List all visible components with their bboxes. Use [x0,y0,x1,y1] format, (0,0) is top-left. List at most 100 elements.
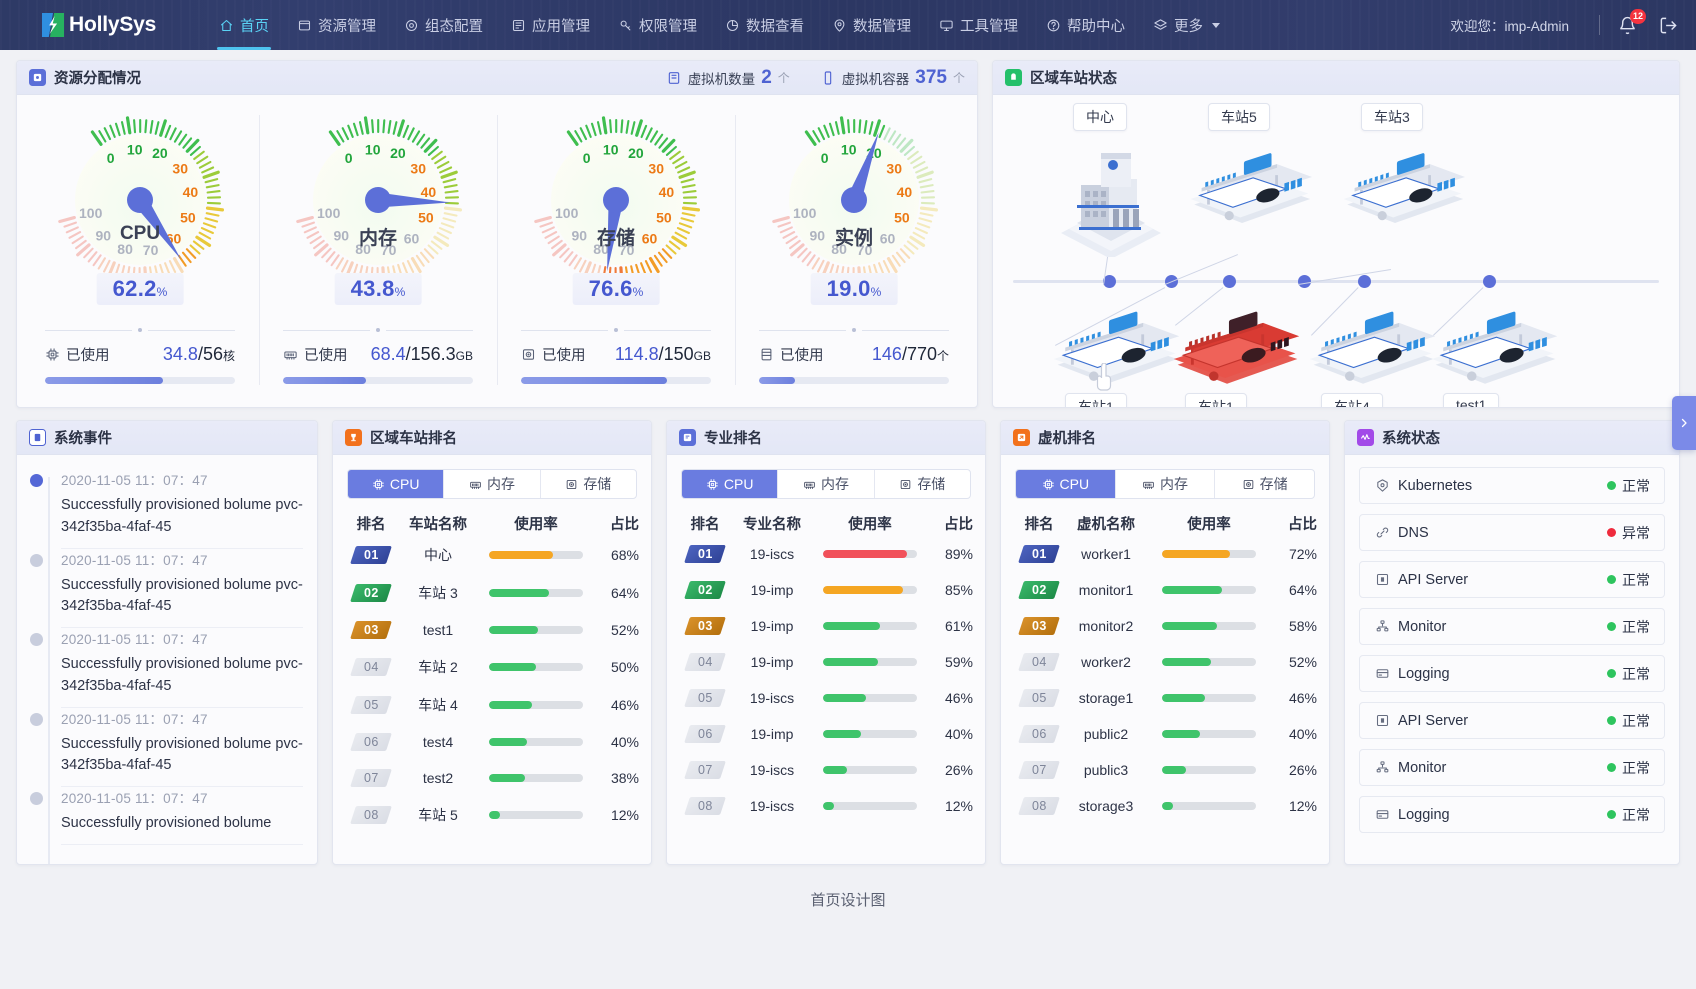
nav-item-2[interactable]: 组态配置 [390,0,497,50]
brand-logo[interactable]: HollySys [0,13,205,37]
nav-item-0[interactable]: 首页 [205,0,283,50]
event-item[interactable]: 2020-11-05 11：07：47 Successfully provisi… [35,787,303,845]
status-row-0[interactable]: Kubernetes 正常 [1359,467,1665,504]
vm-tab-存储[interactable]: 存储 [1215,470,1314,498]
config-icon [404,18,419,33]
station-label-top-1[interactable]: 车站5 [1208,103,1270,131]
table-row[interactable]: 08 车站 5 12% [345,796,639,834]
nav-item-3[interactable]: 应用管理 [497,0,604,50]
system-events-card: 系统事件 2020-11-05 11：07：47 Successfully pr… [16,420,318,865]
event-item[interactable]: 2020-11-05 11：07：47 Successfully provisi… [35,628,303,708]
nav-item-1[interactable]: 资源管理 [283,0,390,50]
status-row-3[interactable]: Monitor 正常 [1359,608,1665,645]
station-label-bottom-2[interactable]: 车站4 [1321,393,1383,408]
col-name: 车站名称 [397,513,479,534]
nav-item-5[interactable]: 数据查看 [711,0,818,50]
table-row[interactable]: 03 test1 52% [345,612,639,648]
station-label-top-2[interactable]: 车站3 [1361,103,1423,131]
station-label-bottom-1[interactable]: 车站1 [1185,393,1247,408]
gauge-dial: 0102030405060708090100 存储 76.6% [521,105,711,295]
notifications-button[interactable]: 12 [1616,14,1638,36]
station-tab-存储[interactable]: 存储 [541,470,636,498]
usage-bar [283,377,473,384]
system-status-list: Kubernetes 正常 DNS 异常 API Server 正常 Monit… [1345,455,1679,864]
vm-tab-内存[interactable]: 内存 [1116,470,1216,498]
rank-badge: 05 [1013,689,1065,707]
nav-item-label: 权限管理 [639,15,697,36]
major-tab-内存[interactable]: 内存 [778,470,874,498]
nav-item-8[interactable]: 帮助中心 [1032,0,1139,50]
nav-item-label: 应用管理 [532,15,590,36]
status-row-6[interactable]: Monitor 正常 [1359,749,1665,786]
station-tab-CPU[interactable]: CPU [348,470,444,498]
table-row[interactable]: 06 19-imp 40% [679,716,973,752]
rank-badge: 01 [1013,545,1065,563]
main-nav: 首页 资源管理 组态配置 应用管理 权限管理 数据查看 数据管理 工具管理 帮助 [205,0,1234,50]
key-icon [618,18,633,33]
table-row[interactable]: 01 中心 68% [345,536,639,574]
table-row[interactable]: 02 车站 3 64% [345,574,639,612]
nav-item-label: 数据查看 [746,15,804,36]
station-icon-top-2[interactable] [1327,151,1465,248]
table-row[interactable]: 03 19-imp 61% [679,608,973,644]
hollysys-logo-icon [42,13,64,37]
nav-item-7[interactable]: 工具管理 [925,0,1032,50]
station-rank-tabs[interactable]: CPU 内存 存储 [347,469,637,499]
row-rate-bar [1147,730,1271,738]
table-row[interactable]: 01 worker1 72% [1013,536,1317,572]
major-rank-tabs[interactable]: CPU 内存 存储 [681,469,971,499]
col-rate: 使用率 [479,513,593,534]
bus-node-2 [1223,275,1236,288]
table-row[interactable]: 04 worker2 52% [1013,644,1317,680]
table-row[interactable]: 05 车站 4 46% [345,686,639,724]
vm-tab-CPU[interactable]: CPU [1016,470,1116,498]
logout-button[interactable] [1658,15,1678,35]
row-pct: 58% [1271,618,1317,634]
station-tab-内存[interactable]: 内存 [444,470,540,498]
status-row-2[interactable]: API Server 正常 [1359,561,1665,598]
gauge-value: 76.6% [573,273,660,305]
event-item[interactable]: 2020-11-05 11：07：47 Successfully provisi… [35,549,303,629]
events-list[interactable]: 2020-11-05 11：07：47 Successfully provisi… [17,455,317,864]
table-row[interactable]: 05 storage1 46% [1013,680,1317,716]
rank-badge: 03 [1013,617,1065,635]
major-tab-CPU[interactable]: CPU [682,470,778,498]
table-row[interactable]: 07 19-iscs 26% [679,752,973,788]
table-row[interactable]: 07 test2 38% [345,760,639,796]
event-item[interactable]: 2020-11-05 11：07：47 Successfully provisi… [35,469,303,549]
nav-item-6[interactable]: 数据管理 [818,0,925,50]
rank-badge: 05 [679,689,731,707]
major-tab-存储[interactable]: 存储 [875,470,970,498]
table-row[interactable]: 02 19-imp 85% [679,572,973,608]
table-row[interactable]: 04 19-imp 59% [679,644,973,680]
nav-item-4[interactable]: 权限管理 [604,0,711,50]
status-row-4[interactable]: Logging 正常 [1359,655,1665,692]
table-row[interactable]: 04 车站 2 50% [345,648,639,686]
central-building-icon[interactable] [1051,137,1171,262]
status-row-5[interactable]: API Server 正常 [1359,702,1665,739]
nav-item-9[interactable]: 更多 [1139,0,1234,50]
event-item[interactable]: 2020-11-05 11：07：47 Successfully provisi… [35,708,303,788]
table-row[interactable]: 08 19-iscs 12% [679,788,973,824]
table-row[interactable]: 05 19-iscs 46% [679,680,973,716]
vm-rank-title: 虚机排名 [1038,427,1096,448]
table-row[interactable]: 01 19-iscs 89% [679,536,973,572]
station-topology[interactable]: 中心 车站5 [993,95,1679,407]
station-label-bottom-3[interactable]: test1 [1443,393,1499,408]
table-row[interactable]: 02 monitor1 64% [1013,572,1317,608]
station-icon-top-1[interactable] [1174,151,1312,248]
table-row[interactable]: 08 storage3 12% [1013,788,1317,824]
svg-text:100: 100 [793,205,817,221]
table-row[interactable]: 07 public3 26% [1013,752,1317,788]
row-rate-bar [479,738,593,746]
vm-rank-tabs[interactable]: CPU 内存 存储 [1015,469,1315,499]
svg-text:20: 20 [152,145,168,161]
panel-expand-button[interactable] [1672,396,1696,450]
status-row-1[interactable]: DNS 异常 [1359,514,1665,551]
status-text: 正常 [1622,570,1650,590]
station-label-top-0[interactable]: 中心 [1073,103,1127,131]
table-row[interactable]: 06 test4 40% [345,724,639,760]
status-row-7[interactable]: Logging 正常 [1359,796,1665,833]
table-row[interactable]: 03 monitor2 58% [1013,608,1317,644]
table-row[interactable]: 06 public2 40% [1013,716,1317,752]
